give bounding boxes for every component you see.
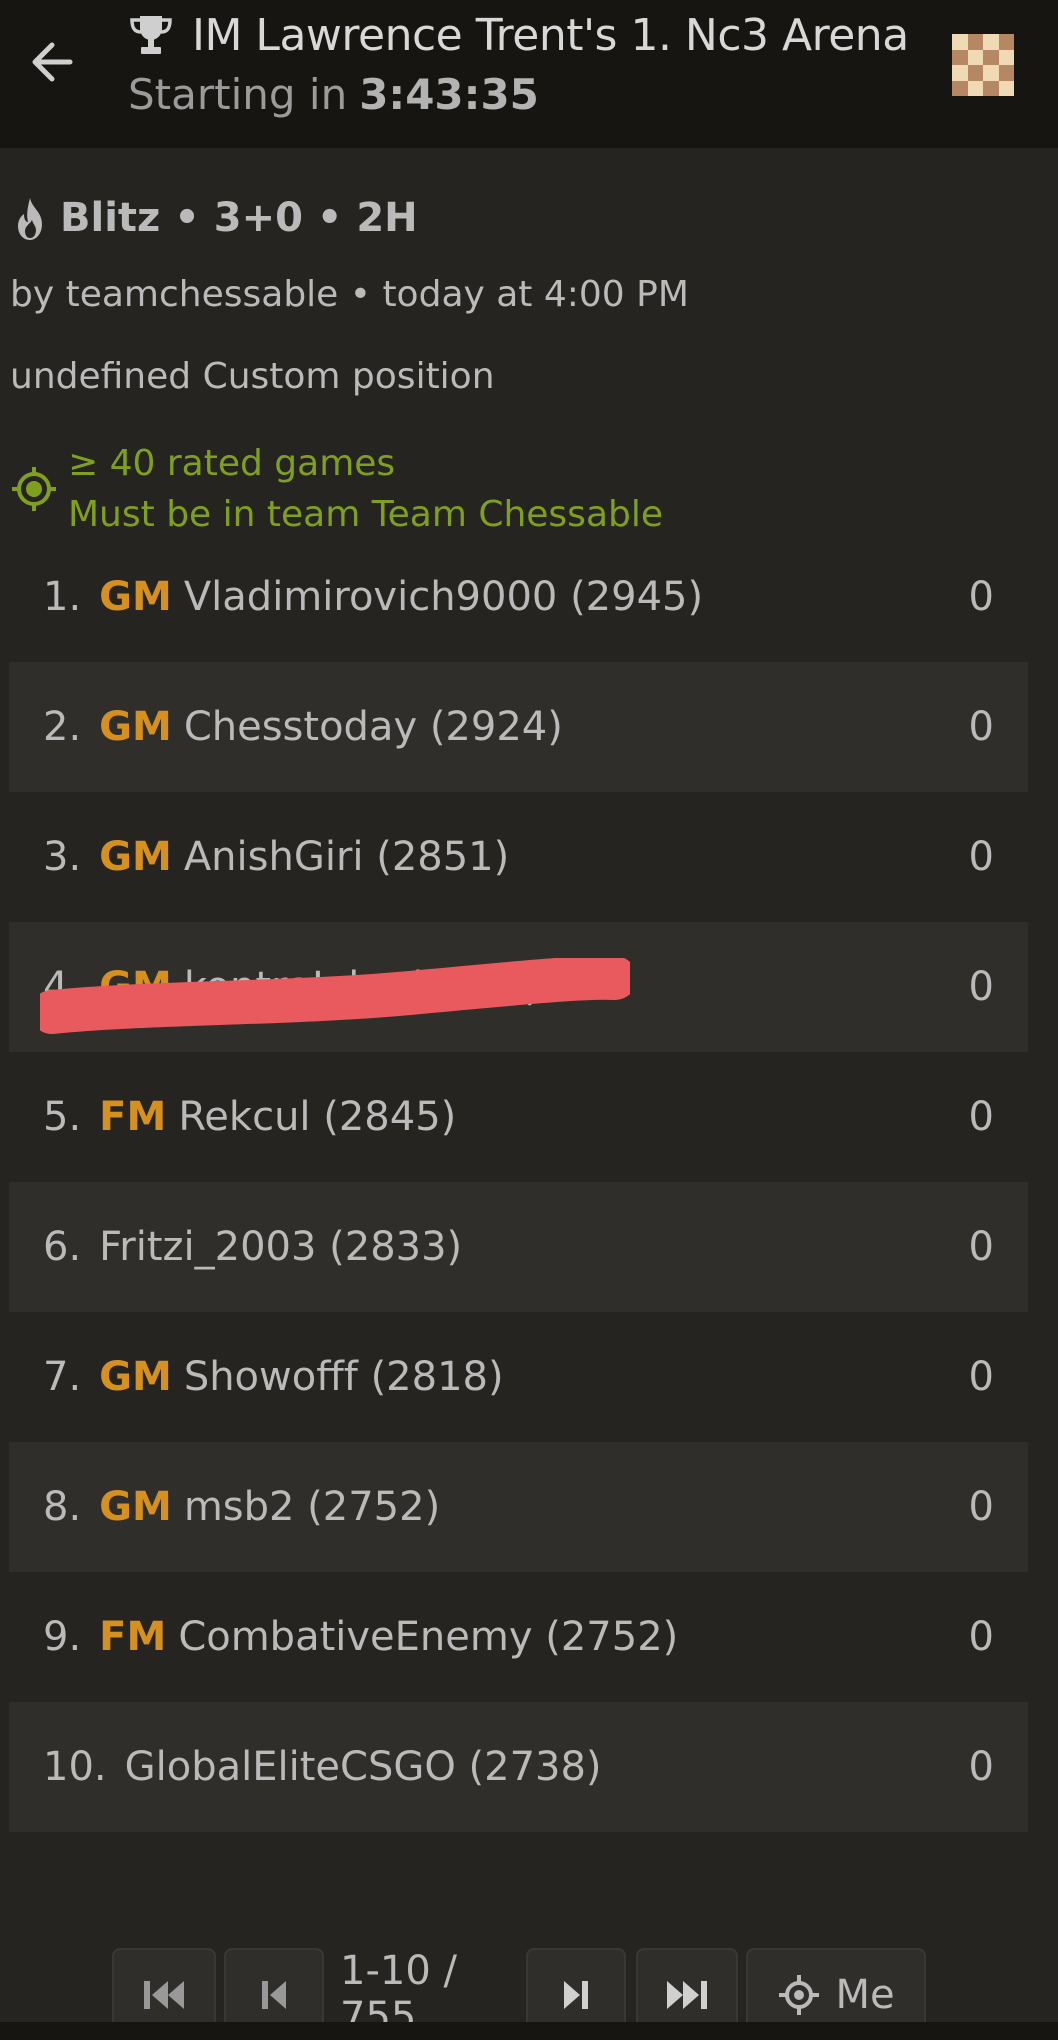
- player-name[interactable]: GlobalEliteCSGO (2738): [125, 1744, 602, 1790]
- standings-row[interactable]: 1. GM Vladimirovich9000 (2945) 0: [9, 532, 1028, 662]
- player-name[interactable]: CombativeEnemy (2752): [178, 1614, 678, 1660]
- standings-row[interactable]: 3. GM AnishGiri (2851) 0: [9, 792, 1028, 922]
- player-title-badge: FM: [99, 1094, 167, 1140]
- target-icon: [12, 467, 56, 511]
- player-score: 0: [968, 574, 994, 620]
- player-name[interactable]: Fritzi_2003 (2833): [99, 1224, 462, 1270]
- rank: 1.: [43, 574, 82, 620]
- creator-line: by teamchessable • today at 4:00 PM: [10, 274, 689, 315]
- player-name[interactable]: Chesstoday (2924): [184, 704, 563, 750]
- first-page-icon: [144, 1981, 184, 2009]
- player-score: 0: [968, 1744, 994, 1790]
- condition-rated-games: ≥ 40 rated games: [68, 443, 396, 484]
- standings-row[interactable]: 6. Fritzi_2003 (2833) 0: [9, 1182, 1028, 1312]
- variant-line: Blitz • 3+0 • 2H: [10, 186, 418, 250]
- player-score: 0: [968, 1614, 994, 1660]
- rank: 6.: [43, 1224, 82, 1270]
- standings-row[interactable]: 5. FM Rekcul (2845) 0: [9, 1052, 1028, 1182]
- player-name[interactable]: Rekcul (2845): [178, 1094, 456, 1140]
- entry-conditions: ≥ 40 rated games Must be in team Team Ch…: [10, 438, 663, 540]
- countdown-prefix: Starting in: [128, 69, 348, 119]
- countdown-timer: 3:43:35: [359, 69, 539, 119]
- player-score: 0: [968, 1484, 994, 1530]
- player-score: 0: [968, 1224, 994, 1270]
- rank: 2.: [43, 704, 82, 750]
- player-title-badge: GM: [99, 834, 172, 880]
- player-name[interactable]: AnishGiri (2851): [184, 834, 509, 880]
- rank: 7.: [43, 1354, 82, 1400]
- player-name[interactable]: msb2 (2752): [184, 1484, 440, 1530]
- player-title-badge: GM: [99, 1484, 172, 1530]
- standings-table: 1. GM Vladimirovich9000 (2945) 0 2. GM C…: [9, 532, 1028, 1832]
- player-name[interactable]: kontraJako (2850): [184, 964, 540, 1010]
- player-name[interactable]: Showofff (2818): [184, 1354, 504, 1400]
- position-line: undefined Custom position: [10, 356, 495, 397]
- variant-text: Blitz • 3+0 • 2H: [60, 195, 418, 241]
- header-title-block: IM Lawrence Trent's 1. Nc3 Arena Startin…: [128, 6, 928, 124]
- standings-row[interactable]: 10. GlobalEliteCSGO (2738) 0: [9, 1702, 1028, 1832]
- flame-icon: [18, 198, 42, 240]
- me-label: Me: [835, 1972, 895, 2018]
- top-bar: IM Lawrence Trent's 1. Nc3 Arena Startin…: [0, 0, 1058, 148]
- last-page-icon: [667, 1981, 707, 2009]
- player-title-badge: GM: [99, 964, 172, 1010]
- player-score: 0: [968, 964, 994, 1010]
- player-score: 0: [968, 704, 994, 750]
- standings-row[interactable]: 7. GM Showofff (2818) 0: [9, 1312, 1028, 1442]
- player-score: 0: [968, 834, 994, 880]
- rank: 9.: [43, 1614, 82, 1660]
- player-score: 0: [968, 1354, 994, 1400]
- rank: 4.: [43, 964, 82, 1010]
- standings-row[interactable]: 8. GM msb2 (2752) 0: [9, 1442, 1028, 1572]
- standings-row[interactable]: 4. GM kontraJako (2850) 0: [9, 922, 1028, 1052]
- tournament-title: IM Lawrence Trent's 1. Nc3 Arena: [192, 9, 909, 61]
- rank: 8.: [43, 1484, 82, 1530]
- prev-page-icon: [262, 1981, 286, 2009]
- standings-row[interactable]: 9. FM CombativeEnemy (2752) 0: [9, 1572, 1028, 1702]
- back-arrow-icon: [32, 42, 73, 82]
- player-title-badge: GM: [99, 1354, 172, 1400]
- back-button[interactable]: [20, 30, 84, 94]
- player-title-badge: GM: [99, 704, 172, 750]
- next-page-icon: [564, 1981, 588, 2009]
- bottom-strip: [0, 2022, 1058, 2040]
- player-score: 0: [968, 1094, 994, 1140]
- rank: 10.: [43, 1744, 107, 1790]
- countdown-line: Starting in 3:43:35: [128, 64, 928, 124]
- trophy-icon: [130, 16, 172, 54]
- crosshair-icon: [779, 1975, 820, 2015]
- standings-row[interactable]: 2. GM Chesstoday (2924) 0: [9, 662, 1028, 792]
- rank: 5.: [43, 1094, 82, 1140]
- rank: 3.: [43, 834, 82, 880]
- player-name[interactable]: Vladimirovich9000 (2945): [184, 574, 703, 620]
- player-title-badge: GM: [99, 574, 172, 620]
- player-title-badge: FM: [99, 1614, 167, 1660]
- chessboard-icon[interactable]: [952, 34, 1014, 96]
